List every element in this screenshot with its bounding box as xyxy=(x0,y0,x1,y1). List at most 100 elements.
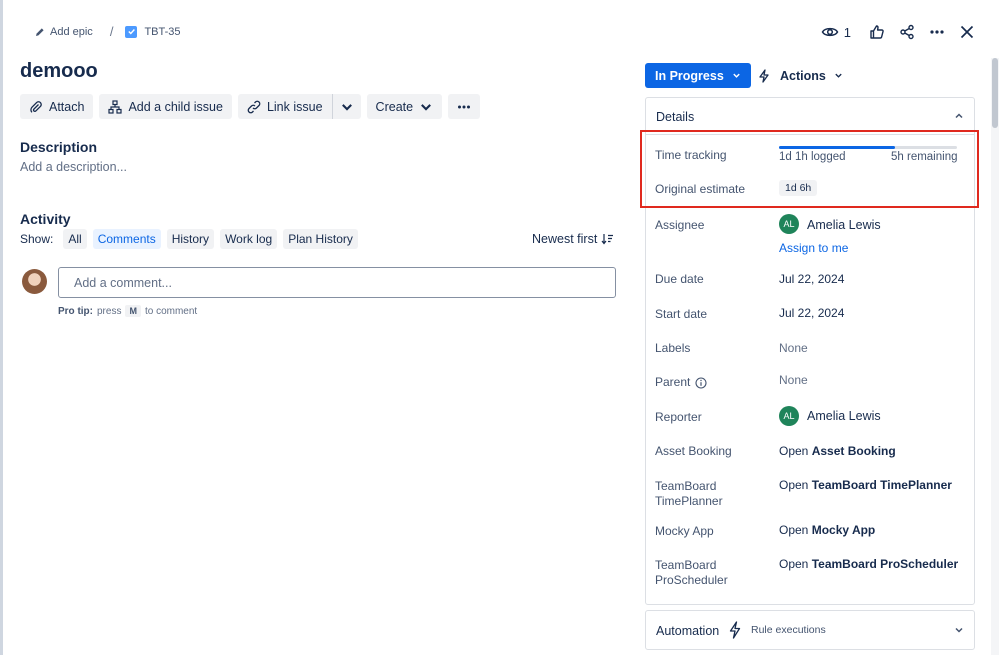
info-icon[interactable] xyxy=(695,376,707,389)
chevron-down-icon xyxy=(955,627,963,633)
app-name: Mocky App xyxy=(811,523,876,537)
link-issue-label: Link issue xyxy=(266,99,323,114)
filter-history[interactable]: History xyxy=(166,229,215,249)
automation-panel[interactable]: Automation Rule executions xyxy=(645,610,975,650)
chevron-down-icon xyxy=(733,73,740,78)
details-heading[interactable]: Details xyxy=(656,110,694,124)
app-name: TeamBoard ProScheduler xyxy=(811,557,959,571)
mocky-label: Mocky App xyxy=(655,524,714,538)
filter-comments[interactable]: Comments xyxy=(92,229,161,249)
mocky-link[interactable]: Open Mocky App xyxy=(779,523,875,537)
filter-work-log[interactable]: Work log xyxy=(220,229,278,249)
assignee-name[interactable]: Amelia Lewis xyxy=(807,218,881,232)
create-button[interactable]: Create xyxy=(366,94,443,119)
chevron-down-icon xyxy=(421,103,432,111)
timeplanner-link[interactable]: Open TeamBoard TimePlanner xyxy=(779,478,952,492)
issue-header-actions: 1 xyxy=(820,22,977,42)
parent-value[interactable]: None xyxy=(779,373,808,387)
lightning-icon xyxy=(729,621,741,639)
paperclip-icon xyxy=(30,100,42,113)
pencil-icon xyxy=(36,27,44,36)
proscheduler-label: TeamBoard ProScheduler xyxy=(655,558,728,588)
asset-booking-link[interactable]: Open Asset Booking xyxy=(779,444,896,458)
parent-label: Parent xyxy=(655,375,691,389)
create-label: Create xyxy=(375,99,414,114)
more-actions-button[interactable] xyxy=(448,94,481,119)
rule-executions-label: Rule executions xyxy=(751,624,826,636)
scrollbar-thumb[interactable] xyxy=(992,58,998,128)
chevron-up-icon[interactable] xyxy=(954,111,964,121)
activity-heading: Activity xyxy=(20,211,71,227)
share-icon[interactable] xyxy=(897,22,917,42)
proscheduler-link[interactable]: Open TeamBoard ProScheduler xyxy=(779,557,958,571)
highlight-box xyxy=(640,130,979,208)
app-name: TeamBoard TimePlanner xyxy=(811,478,952,492)
pro-tip-press: press xyxy=(97,305,122,317)
actions-label: Actions xyxy=(780,68,826,83)
assign-to-me-link[interactable]: Assign to me xyxy=(779,241,848,255)
avatar: AL xyxy=(779,214,799,234)
issue-key-link[interactable]: TBT-35 xyxy=(144,26,180,38)
open-text: Open xyxy=(779,523,809,537)
scrollbar[interactable] xyxy=(991,58,999,655)
left-edge xyxy=(0,0,3,655)
link-issue-split-button: Link issue xyxy=(237,94,361,119)
attach-label: Attach xyxy=(49,99,85,114)
start-date-value[interactable]: Jul 22, 2024 xyxy=(779,306,844,320)
timeplanner-label: TeamBoard TimePlanner xyxy=(655,479,723,509)
actions-button[interactable]: Actions xyxy=(758,63,843,88)
sort-order-label: Newest first xyxy=(532,232,598,246)
labels-value[interactable]: None xyxy=(779,341,808,355)
sort-descending-icon xyxy=(601,234,614,245)
show-label: Show: xyxy=(20,232,54,246)
breadcrumb-separator: / xyxy=(109,24,114,39)
reporter-label: Reporter xyxy=(655,410,702,424)
avatar xyxy=(22,269,47,294)
avatar: AL xyxy=(779,406,799,426)
chevron-down-icon xyxy=(835,73,842,78)
add-epic-link[interactable]: Add epic xyxy=(50,26,93,38)
due-date-value[interactable]: Jul 22, 2024 xyxy=(779,272,844,286)
link-icon xyxy=(247,100,261,113)
status-button[interactable]: In Progress xyxy=(645,63,751,88)
link-issue-button[interactable]: Link issue xyxy=(237,94,332,119)
more-icon[interactable] xyxy=(927,22,947,42)
hierarchy-icon xyxy=(108,99,123,114)
open-text: Open xyxy=(779,557,809,571)
status-label: In Progress xyxy=(655,68,724,83)
comment-placeholder: Add a comment... xyxy=(74,275,172,290)
eye-icon[interactable] xyxy=(820,22,840,42)
filter-plan-history[interactable]: Plan History xyxy=(283,229,358,249)
pro-tip-rest: to comment xyxy=(144,305,198,317)
timeplanner-label-line1: TeamBoard xyxy=(655,479,717,493)
pro-tip-label: Pro tip: xyxy=(58,305,93,317)
automation-label: Automation xyxy=(656,624,720,638)
start-date-label: Start date xyxy=(655,307,708,321)
app-name: Asset Booking xyxy=(811,444,896,458)
issue-title[interactable]: demooo xyxy=(20,60,98,83)
close-icon[interactable] xyxy=(957,22,977,42)
link-issue-dropdown[interactable] xyxy=(331,94,361,119)
filter-all[interactable]: All xyxy=(63,229,87,249)
timeplanner-label-line2: TimePlanner xyxy=(655,494,723,508)
activity-filters: Show: All Comments History Work log Plan… xyxy=(20,229,358,249)
issue-toolbar: Attach Add a child issue Link issue Crea… xyxy=(20,94,481,119)
sort-order-button[interactable]: Newest first xyxy=(532,232,614,246)
pro-tip: Pro tip: press M to comment xyxy=(58,305,197,317)
add-child-issue-button[interactable]: Add a child issue xyxy=(99,94,232,119)
parent-label-row: Parent xyxy=(655,375,707,390)
thumbs-up-icon[interactable] xyxy=(867,22,887,42)
lightning-icon xyxy=(759,68,769,83)
open-text: Open xyxy=(779,478,809,492)
open-text: Open xyxy=(779,444,809,458)
add-child-issue-label: Add a child issue xyxy=(128,99,223,114)
more-icon xyxy=(458,105,471,108)
reporter-name[interactable]: Amelia Lewis xyxy=(807,409,881,423)
chevron-down-icon xyxy=(341,103,352,111)
proscheduler-label-line1: TeamBoard xyxy=(655,558,717,572)
attach-button[interactable]: Attach xyxy=(20,94,94,119)
comment-input[interactable]: Add a comment... xyxy=(58,267,616,298)
due-date-label: Due date xyxy=(655,272,704,286)
description-heading: Description xyxy=(20,139,98,155)
description-placeholder[interactable]: Add a description... xyxy=(20,160,127,174)
